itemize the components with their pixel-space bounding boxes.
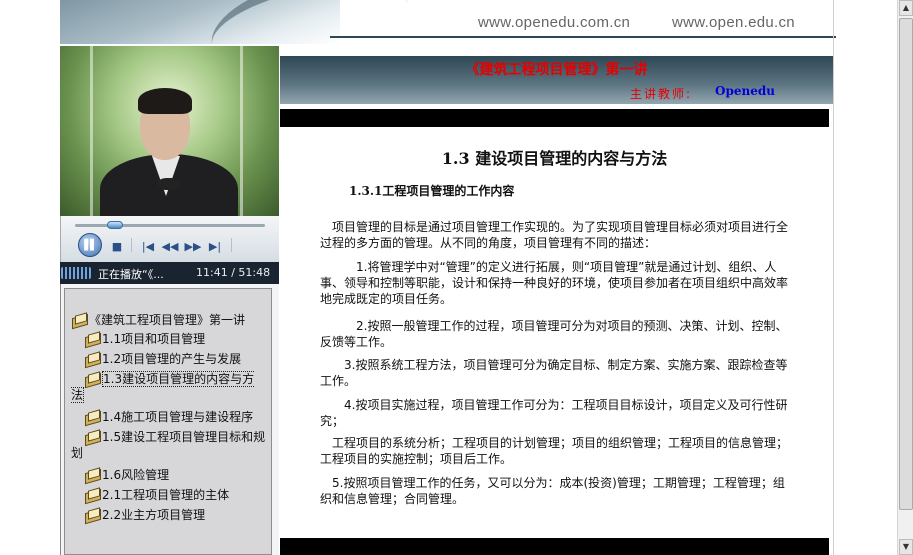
next-icon[interactable]: ▶|	[208, 235, 222, 257]
lecture-content: 1.3 建设项目管理的内容与方法 1.3.1工程项目管理的工作内容 项目管理的目…	[280, 127, 829, 538]
stop-icon[interactable]: ■	[110, 235, 124, 257]
toc-item-selected[interactable]: 1.3建设项目管理的内容与方法	[71, 371, 257, 403]
book-icon	[84, 410, 102, 424]
rewind-icon[interactable]: ◀◀	[162, 235, 179, 257]
paragraph: 1.将管理学中对“管理”的定义进行拓展，则“项目管理”就是通过计划、组织、人事、…	[320, 260, 789, 306]
audio-wave-icon	[61, 267, 91, 279]
paragraph: 4.按项目实施过程，项目管理工作可分为：工程项目目标设计，项目定义及可行性研究；	[320, 398, 788, 428]
content-top-bar	[280, 109, 829, 127]
scroll-down-icon[interactable]: ▼	[899, 539, 913, 555]
microphone	[158, 178, 180, 190]
toc-item[interactable]: 1.2项目管理的产生与发展	[84, 351, 270, 367]
time-readout: 11:41 / 51:48	[196, 266, 271, 279]
pause-icon[interactable]: ▌▌	[78, 233, 102, 257]
video-frame[interactable]	[60, 46, 279, 216]
seek-handle[interactable]	[106, 221, 123, 229]
vertical-scrollbar[interactable]: ▲ ▼	[897, 0, 913, 555]
teacher-label: 主讲教师:	[630, 87, 693, 101]
toc-item[interactable]: 2.2业主方项目管理	[84, 507, 270, 523]
toc-item[interactable]: 1.5建设工程项目管理目标和规划	[71, 429, 267, 461]
book-icon	[84, 468, 102, 482]
content-bottom-bar	[280, 538, 829, 555]
book-icon	[84, 372, 102, 386]
paragraph: 3.按照系统工程方法，项目管理可分为确定目标、制定方案、实施方案、跟踪检查等工作…	[320, 358, 788, 388]
toc-item[interactable]: 1.6风险管理	[84, 467, 270, 483]
scroll-thumb[interactable]	[899, 18, 913, 510]
teacher-name: Openedu	[715, 84, 775, 98]
book-open-icon	[71, 313, 89, 327]
previous-icon[interactable]: |◀	[141, 235, 155, 257]
site-header: www.openedu.com.cn www.open.edu.cn	[60, 0, 836, 44]
book-icon	[84, 488, 102, 502]
course-title: 《建筑工程项目管理》第一讲	[465, 62, 648, 78]
player-controls: ▌▌ ■ |◀ ◀◀ ▶▶ ▶|	[60, 216, 279, 262]
scroll-up-icon[interactable]: ▲	[899, 0, 913, 16]
fast-forward-icon[interactable]: ▶▶	[185, 235, 202, 257]
paragraph: 5.按照项目管理工作的任务，又可以分为：成本(投资)管理；工期管理；工程管理；组…	[320, 476, 785, 506]
paragraph: 工程项目的系统分析；工程项目的计划管理；项目的组织管理；工程项目的信息管理；工程…	[320, 436, 789, 466]
paragraph: 2.按照一般管理工作的过程，项目管理可分为对项目的预测、决策、计划、控制、反馈等…	[320, 319, 788, 349]
subsection-title: 1.3.1工程项目管理的工作内容	[349, 184, 515, 198]
frame-edge	[833, 0, 834, 555]
table-of-contents: 《建筑工程项目管理》第一讲 1.1项目和项目管理 1.2项目管理的产生与发展 1…	[64, 288, 272, 555]
paragraph: 项目管理的目标是通过项目管理工作实现的。为了实现项目管理目标必须对项目进行全过程…	[320, 220, 789, 250]
course-banner: 《建筑工程项目管理》第一讲 主讲教师: Openedu	[280, 56, 833, 104]
book-icon	[84, 352, 102, 366]
header-url-1: www.openedu.com.cn	[478, 14, 631, 31]
seek-bar[interactable]	[75, 224, 265, 227]
playback-status: 正在播放“《... 11:41 / 51:48	[60, 262, 279, 284]
toc-item[interactable]: 1.1项目和项目管理	[84, 331, 270, 347]
book-icon	[84, 332, 102, 346]
book-icon	[84, 508, 102, 522]
header-divider	[330, 36, 836, 38]
toc-item[interactable]: 1.4施工项目管理与建设程序	[84, 409, 270, 425]
now-playing-label: 正在播放“《...	[98, 268, 164, 281]
toc-root[interactable]: 《建筑工程项目管理》第一讲	[71, 311, 245, 328]
header-url-2: www.open.edu.cn	[672, 14, 795, 31]
section-title: 1.3 建设项目管理的内容与方法	[441, 149, 668, 168]
toc-item[interactable]: 2.1工程项目管理的主体	[84, 487, 270, 503]
book-icon	[84, 430, 102, 444]
